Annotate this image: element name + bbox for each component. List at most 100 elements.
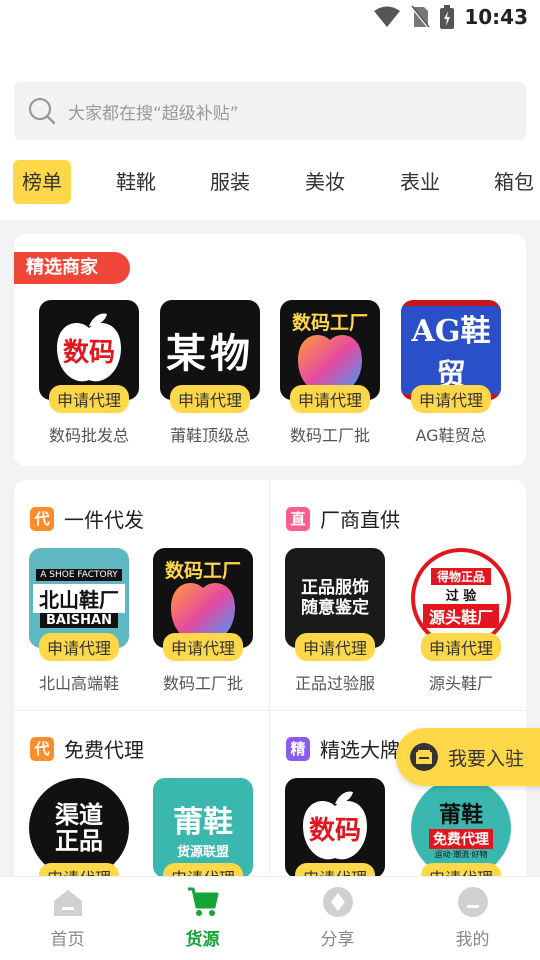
section-header[interactable]: 代 一件代发 <box>30 504 144 533</box>
logo-subtext: 货源联盟 <box>176 844 229 860</box>
tab-bangdan[interactable]: 榜单 <box>13 160 71 204</box>
tab-watches[interactable]: 表业 <box>400 160 440 204</box>
share-icon <box>322 887 353 917</box>
nav-profile[interactable]: 我的 <box>405 877 540 960</box>
status-time: 10:43 <box>464 5 528 29</box>
search-bar[interactable]: 大家都在搜“超级补贴” <box>14 82 526 140</box>
logo-text: 北山鞋厂 <box>33 583 125 613</box>
profile-icon <box>457 887 488 917</box>
logo-text: 正品服饰 随意鉴定 <box>301 577 369 618</box>
nav-label: 分享 <box>320 930 355 950</box>
apply-agent-badge[interactable]: 申请代理 <box>169 385 251 413</box>
apply-agent-badge[interactable]: 申请代理 <box>289 385 371 413</box>
section-title: 厂商直供 <box>320 508 400 532</box>
logo-mid: 过 验 <box>445 589 477 604</box>
logo-subtext: 免费代理 <box>429 828 493 849</box>
featured-banner: 精选商家 <box>14 252 130 284</box>
home-icon <box>53 890 82 916</box>
merchant-name: 数码工厂批 <box>162 674 243 693</box>
logo-text: 数码工厂 <box>164 560 241 582</box>
apply-agent-badge[interactable]: 申请代理 <box>420 633 502 661</box>
logo-text: 莆鞋 <box>438 801 483 828</box>
merchant-logo: 渠道正品 申请代理 <box>29 778 129 891</box>
merchant-card[interactable]: 正品服饰 随意鉴定 申请代理 正品过验服 <box>280 548 390 694</box>
merchant-name: 正品过验服 <box>294 674 375 693</box>
apply-agent-badge[interactable]: 申请代理 <box>48 385 130 413</box>
tab-beauty[interactable]: 美妆 <box>305 160 345 204</box>
apply-agent-badge[interactable]: 申请代理 <box>162 633 244 661</box>
merchant-card[interactable]: 数码工厂 申请代理 数码工厂批 <box>148 548 258 694</box>
status-icons: 10:43 <box>374 5 528 29</box>
search-icon <box>28 97 56 125</box>
merchant-logo: 数码 申请代理 <box>285 778 385 891</box>
merchant-name: AG鞋贸总 <box>415 426 487 445</box>
merchant-logo: A SHOE FACTORY 北山鞋厂 BAISHAN 申请代理 <box>29 548 129 661</box>
nav-label: 我的 <box>455 930 490 950</box>
merchant-card[interactable]: 莆鞋 免费代理 运动·潮流·好物 申请代理 <box>406 778 516 891</box>
wifi-icon <box>374 6 401 27</box>
logo-subtext: A SHOE FACTORY <box>36 568 122 581</box>
apply-agent-badge[interactable]: 申请代理 <box>410 385 492 413</box>
merchant-logo: 莆鞋 免费代理 运动·潮流·好物 申请代理 <box>411 778 511 891</box>
merchant-card[interactable]: 渠道正品 申请代理 <box>24 778 134 891</box>
nav-label: 货源 <box>185 930 220 950</box>
merchant-logo: 数码工厂 申请代理 <box>280 300 380 413</box>
merchant-logo: 莆鞋 货源联盟 申请代理 <box>153 778 253 891</box>
nav-supply[interactable]: 货源 <box>135 877 270 960</box>
merchant-logo: 数码 申请代理 <box>39 300 139 413</box>
join-button[interactable]: 我要入驻 <box>396 728 540 786</box>
merchant-name: 源头鞋厂 <box>428 674 493 693</box>
bottom-nav: 首页 货源 分享 我的 <box>0 876 540 960</box>
search-placeholder: 大家都在搜“超级补贴” <box>68 103 239 124</box>
merchant-card[interactable]: 数码工厂 申请代理 数码工厂批 <box>275 300 385 446</box>
merchant-logo: 数码工厂 申请代理 <box>153 548 253 661</box>
cart-icon <box>187 887 218 916</box>
section-header[interactable]: 代 免费代理 <box>30 734 144 763</box>
tab-clothing[interactable]: 服装 <box>210 160 250 204</box>
nav-label: 首页 <box>50 930 85 950</box>
logo-text: 源头鞋厂 <box>422 604 499 628</box>
logo-subtext: 得物正品 <box>430 568 491 585</box>
merchant-card[interactable]: AG鞋贸 申请代理 AG鞋贸总 <box>396 300 506 446</box>
tab-bags[interactable]: 箱包 <box>494 160 534 204</box>
nav-share[interactable]: 分享 <box>270 877 405 960</box>
section-title: 精选大牌 <box>320 738 400 762</box>
merchant-card[interactable]: 得物正品 过 验 源头鞋厂 申请代理 源头鞋厂 <box>406 548 516 694</box>
merchant-card[interactable]: 某物 申请代理 莆鞋顶级总 <box>155 300 265 446</box>
battery-icon <box>440 5 455 29</box>
section-title: 免费代理 <box>64 738 144 762</box>
merchant-card[interactable]: A SHOE FACTORY 北山鞋厂 BAISHAN 申请代理 北山高端鞋 <box>24 548 134 694</box>
sections-grid: 代 一件代发 A SHOE FACTORY 北山鞋厂 BAISHAN 申请代理 … <box>14 480 526 891</box>
tab-shoes[interactable]: 鞋靴 <box>116 160 156 204</box>
apply-agent-badge[interactable]: 申请代理 <box>38 633 120 661</box>
divider <box>14 710 526 711</box>
section-header[interactable]: 精 精选大牌 <box>286 734 400 763</box>
logo-text: 数码工厂 <box>291 312 368 334</box>
section-header[interactable]: 直 厂商直供 <box>286 504 400 533</box>
featured-merchants-card: 精选商家 数码 申请代理 数码批发总 某物 申请代理 莆鞋顶级总 数码工厂 申请… <box>14 234 526 466</box>
merchant-card[interactable]: 数码 申请代理 数码批发总 <box>34 300 144 446</box>
section-title: 一件代发 <box>64 508 144 532</box>
logo-text: 数码 <box>308 815 361 846</box>
merchant-logo: AG鞋贸 申请代理 <box>401 300 501 413</box>
logo-text: 数码 <box>62 337 115 368</box>
merchant-card[interactable]: 数码 申请代理 <box>280 778 390 891</box>
no-sim-icon <box>410 5 431 29</box>
logo-mid: 运动·潮流·好物 <box>434 849 488 859</box>
store-icon <box>410 743 438 771</box>
merchant-card[interactable]: 莆鞋 货源联盟 申请代理 <box>148 778 258 891</box>
merchant-name: 莆鞋顶级总 <box>169 426 250 445</box>
nav-home[interactable]: 首页 <box>0 877 135 960</box>
merchant-logo: 某物 申请代理 <box>160 300 260 413</box>
section-tag: 代 <box>30 506 54 531</box>
logo-text: 莆鞋 <box>173 804 233 840</box>
section-tag: 直 <box>286 506 310 531</box>
logo-en: BAISHAN <box>40 612 118 628</box>
apply-agent-badge[interactable]: 申请代理 <box>294 633 376 661</box>
merchant-logo: 得物正品 过 验 源头鞋厂 申请代理 <box>411 548 511 661</box>
category-tabs: 榜单 鞋靴 服装 美妆 表业 箱包 <box>0 160 540 208</box>
section-tag: 精 <box>286 736 310 761</box>
merchant-name: 数码批发总 <box>48 426 129 445</box>
section-tag: 代 <box>30 736 54 761</box>
divider <box>269 480 270 880</box>
